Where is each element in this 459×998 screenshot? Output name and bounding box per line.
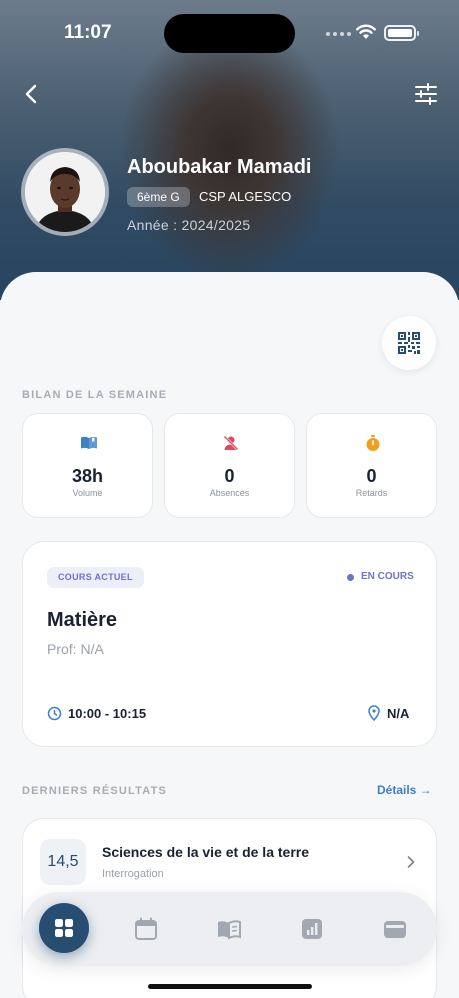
dynamic-island bbox=[164, 14, 295, 53]
stat-label: Absences bbox=[209, 488, 250, 498]
live-status-dot bbox=[347, 574, 354, 581]
stat-card-absences[interactable]: 0 Absences bbox=[164, 413, 295, 518]
user-absent-icon bbox=[223, 435, 239, 451]
avatar bbox=[25, 152, 105, 232]
school-year: Année : 2024/2025 bbox=[127, 217, 251, 233]
stat-card-delays[interactable]: 0 Retards bbox=[306, 413, 437, 518]
chevron-right-icon bbox=[407, 856, 415, 868]
grid-icon bbox=[55, 919, 73, 937]
home-indicator bbox=[148, 984, 312, 989]
course-room: N/A bbox=[387, 706, 410, 721]
stat-value: 38h bbox=[71, 466, 104, 486]
calendar-icon[interactable] bbox=[134, 917, 158, 941]
stat-label: Retards bbox=[355, 488, 388, 498]
stat-card-volume[interactable]: 38h Volume bbox=[22, 413, 153, 518]
stat-value: 0 bbox=[366, 466, 377, 486]
settings-sliders-button[interactable] bbox=[412, 80, 440, 108]
wifi-icon bbox=[356, 24, 376, 39]
qr-code-icon bbox=[398, 332, 420, 354]
results-details-link[interactable]: Détails → bbox=[377, 783, 432, 797]
latest-results-title: DERNIERS RÉSULTATS bbox=[22, 785, 168, 797]
student-name: Aboubakar Mamadi bbox=[127, 156, 312, 178]
stat-label: Volume bbox=[72, 488, 103, 498]
status-time: 11:07 bbox=[64, 22, 112, 43]
current-course-card[interactable]: COURS ACTUEL EN COURS Matière Prof: N/A … bbox=[22, 541, 437, 747]
result-subject: Sciences de la vie et de la terre bbox=[102, 844, 310, 860]
stat-value: 0 bbox=[224, 466, 235, 486]
back-button[interactable] bbox=[18, 80, 46, 108]
book-icon[interactable] bbox=[217, 917, 241, 941]
bottom-tab-bar bbox=[22, 892, 437, 966]
school-name: CSP ALGESCO bbox=[199, 189, 292, 204]
qr-code-button[interactable] bbox=[382, 316, 436, 370]
stopwatch-icon bbox=[366, 435, 380, 451]
course-time: 10:00 - 10:15 bbox=[68, 706, 147, 721]
book-open-icon bbox=[81, 436, 97, 449]
grade-value: 14,5 bbox=[40, 839, 86, 885]
chart-icon[interactable] bbox=[300, 917, 324, 941]
course-subject: Matière bbox=[47, 609, 118, 631]
result-type: Interrogation bbox=[102, 868, 164, 880]
location-pin-icon bbox=[368, 705, 380, 721]
course-teacher: Prof: N/A bbox=[47, 641, 104, 657]
battery-icon bbox=[384, 25, 419, 41]
class-badge: 6ème G bbox=[127, 187, 190, 207]
cellular-signal-icon bbox=[326, 32, 351, 36]
avatar-ring[interactable] bbox=[21, 148, 109, 236]
student-photo-icon bbox=[25, 152, 105, 232]
weekly-summary-title: BILAN DE LA SEMAINE bbox=[22, 389, 168, 401]
wallet-icon[interactable] bbox=[383, 917, 407, 941]
status-bar: 11:07 bbox=[0, 0, 459, 60]
course-status: EN COURS bbox=[361, 571, 414, 582]
tab-home[interactable] bbox=[39, 903, 89, 953]
clock-icon bbox=[47, 706, 62, 721]
current-course-badge: COURS ACTUEL bbox=[47, 567, 144, 588]
